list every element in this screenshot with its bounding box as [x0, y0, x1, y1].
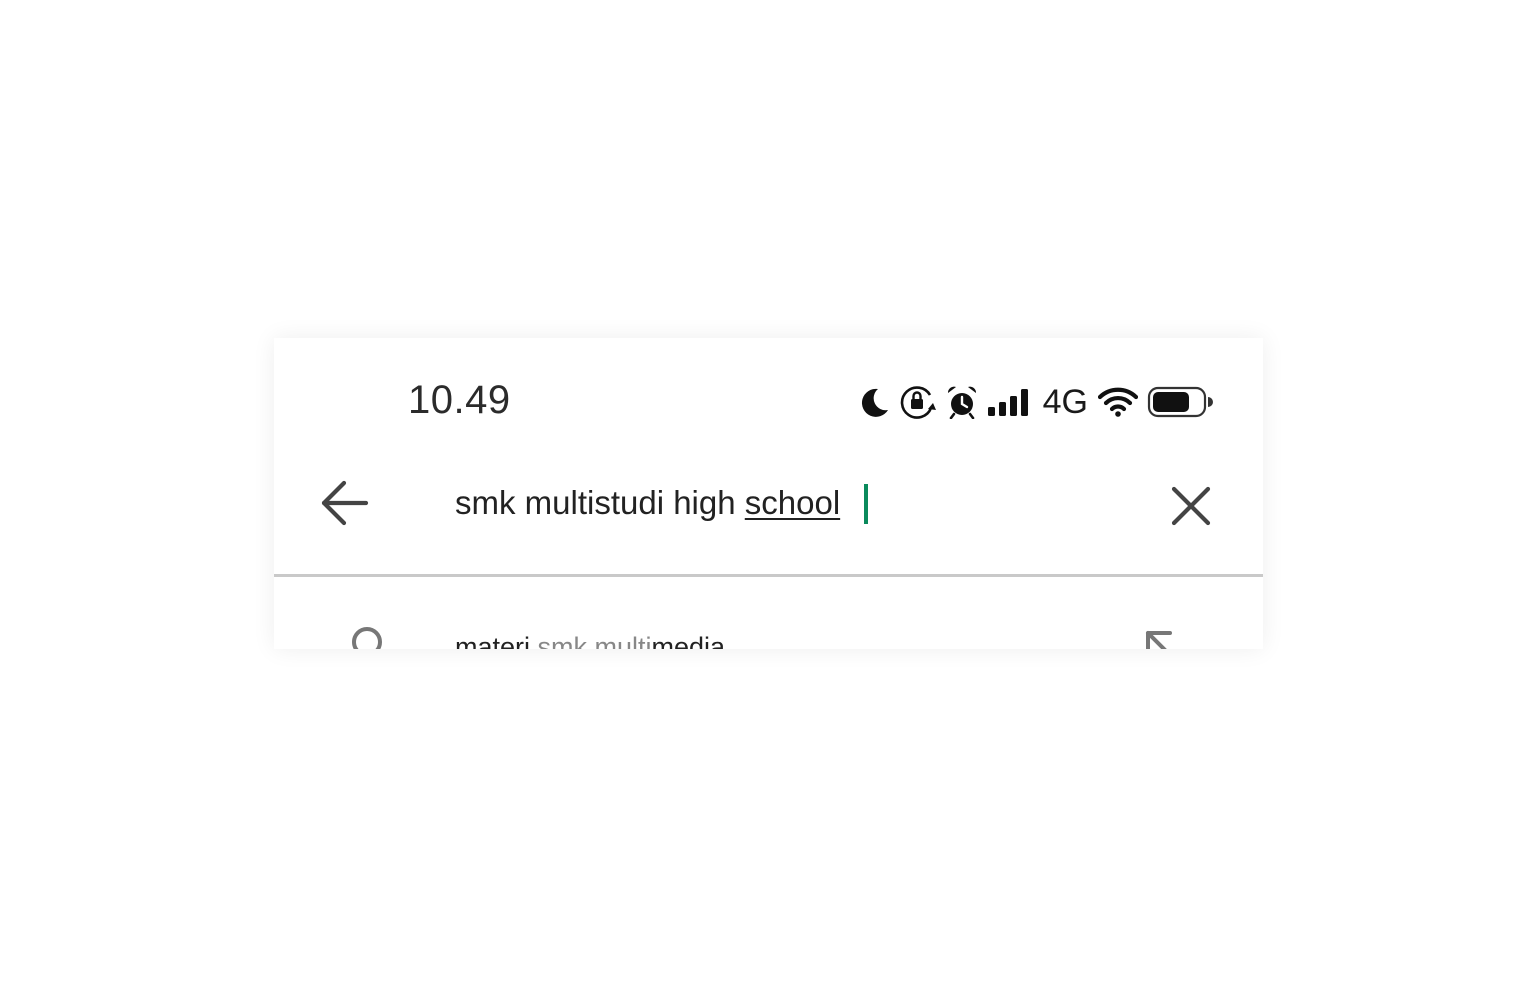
network-type-label: 4G	[1042, 383, 1088, 421]
suggestion-item[interactable]: materi smk multimedia	[274, 577, 1263, 649]
status-icons: 4G	[858, 382, 1213, 422]
suggestion-part: smk multi	[537, 632, 652, 649]
back-button[interactable]	[318, 478, 374, 528]
suggestion-text: materi smk multimedia	[455, 631, 725, 649]
search-screen: 10.49 4G smk multistudi high school mate…	[274, 338, 1263, 649]
battery-icon	[1147, 386, 1213, 418]
search-icon	[352, 627, 382, 649]
rotation-lock-icon	[900, 386, 936, 419]
status-time: 10.49	[408, 378, 511, 422]
text-caret	[864, 484, 868, 524]
suggestion-part: media	[651, 632, 726, 649]
clear-search-button[interactable]	[1166, 481, 1216, 531]
close-icon	[1171, 486, 1211, 526]
search-input[interactable]: smk multistudi high school	[455, 484, 840, 522]
alarm-icon	[947, 386, 976, 419]
moon-icon	[861, 388, 888, 417]
suggestion-part: materi	[455, 632, 538, 649]
search-query-text: smk multistudi high	[455, 484, 745, 521]
arrow-up-left-icon[interactable]	[1142, 627, 1182, 649]
wifi-icon	[1098, 387, 1138, 417]
arrow-left-icon	[321, 480, 369, 526]
search-query-composing: school	[744, 484, 841, 521]
signal-bars-icon	[987, 389, 1028, 416]
